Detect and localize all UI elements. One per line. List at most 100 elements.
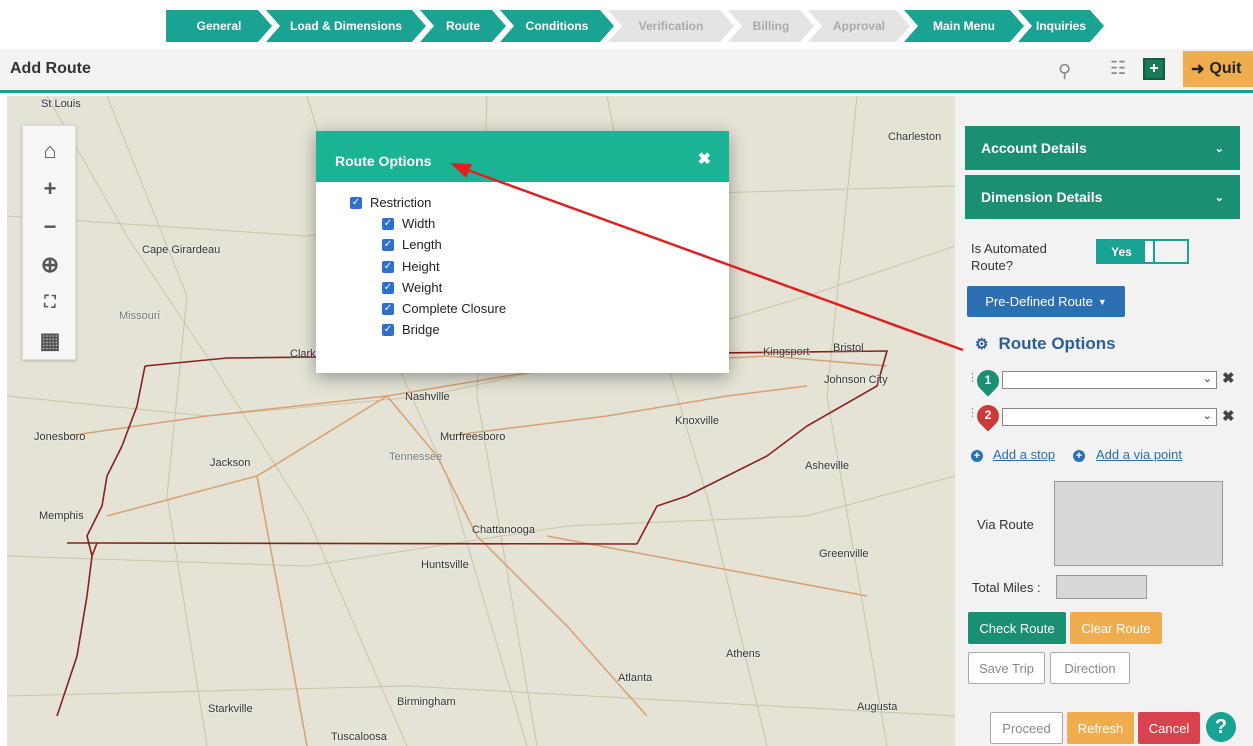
city-label: Augusta bbox=[857, 701, 898, 713]
city-label: Cape Girardeau bbox=[142, 244, 221, 256]
route-panel: Account Details ⌄ Dimension Details ⌄ Is A… bbox=[955, 96, 1253, 746]
city-label: Jonesboro bbox=[34, 431, 86, 443]
city-label: Knoxville bbox=[675, 415, 720, 427]
proceed-button[interactable]: Proceed bbox=[990, 712, 1063, 744]
via-route-label: Via Route bbox=[977, 517, 1034, 532]
step-conditions[interactable]: Conditions bbox=[500, 10, 614, 42]
checkbox-label: Width bbox=[402, 216, 436, 231]
checkbox-label: Restriction bbox=[370, 195, 432, 210]
predefined-route-button[interactable]: Pre-Defined Route ▼ bbox=[967, 286, 1125, 317]
fullscreen-icon[interactable]: ⛶ bbox=[23, 286, 77, 320]
accordion-label: Account Details bbox=[981, 140, 1087, 156]
city-label: Birmingham bbox=[397, 696, 456, 708]
toggle-knob bbox=[1147, 241, 1155, 262]
checkbox-label: Weight bbox=[402, 280, 443, 295]
step-navigation: General Load & Dimensions Route Conditio… bbox=[0, 0, 1253, 49]
city-label: Nashville bbox=[405, 391, 450, 403]
checkbox-label: Height bbox=[402, 259, 440, 274]
city-label: Atlanta bbox=[618, 672, 653, 684]
add-button[interactable]: + bbox=[1143, 58, 1165, 80]
select-arrow-icon: ⌄ bbox=[1202, 373, 1212, 385]
checkbox-checked-icon: ✓ bbox=[382, 323, 394, 336]
checkbox-complete-closure[interactable]: ✓ Complete Closure bbox=[382, 301, 506, 316]
city-label: Jackson bbox=[210, 457, 251, 469]
checkbox-checked-icon: ✓ bbox=[382, 217, 394, 230]
step-route[interactable]: Route bbox=[420, 10, 506, 42]
help-icon[interactable]: ? bbox=[1206, 712, 1236, 742]
route-options-modal: Route Options ✖ ✓ Restriction ✓ Width ✓ Len… bbox=[316, 131, 729, 373]
stop-2-select[interactable]: ⌄ bbox=[1002, 408, 1217, 426]
zoom-in-icon[interactable]: + bbox=[23, 172, 77, 206]
checkbox-restriction[interactable]: ✓ Restriction bbox=[350, 195, 431, 210]
modal-header: Route Options ✖ bbox=[316, 131, 729, 182]
plus-circle-icon: + bbox=[971, 450, 983, 462]
cancel-button[interactable]: Cancel bbox=[1138, 712, 1200, 744]
step-main-menu[interactable]: Main Menu bbox=[904, 10, 1024, 42]
checkbox-height[interactable]: ✓ Height bbox=[382, 259, 440, 274]
remove-stop-icon[interactable]: ✖ bbox=[1222, 369, 1235, 387]
city-label: Athens bbox=[726, 648, 761, 660]
gear-icon: ⚙ bbox=[975, 336, 989, 353]
quit-button[interactable]: ➜ Quit bbox=[1183, 51, 1253, 87]
dimension-details-accordion[interactable]: Dimension Details ⌄ bbox=[965, 175, 1240, 219]
city-label: Kingsport bbox=[763, 346, 810, 358]
chevron-down-icon: ⌄ bbox=[1214, 142, 1224, 155]
step-general[interactable]: General bbox=[166, 10, 272, 42]
step-load-dimensions[interactable]: Load & Dimensions bbox=[266, 10, 426, 42]
add-via-point-link[interactable]: Add a via point bbox=[1096, 447, 1182, 462]
step-label: Load & Dimensions bbox=[289, 19, 402, 33]
city-label: Memphis bbox=[39, 510, 84, 522]
step-verification: Verification bbox=[608, 10, 734, 42]
step-billing: Billing bbox=[728, 10, 814, 42]
caret-down-icon: ▼ bbox=[1097, 296, 1107, 307]
step-label: Inquiries bbox=[1035, 19, 1086, 33]
city-label: Greenville bbox=[819, 548, 869, 560]
city-label: Murfreesboro bbox=[440, 431, 506, 443]
predefined-label: Pre-Defined Route bbox=[985, 294, 1093, 309]
checkbox-checked-icon: ✓ bbox=[382, 260, 394, 273]
checkbox-bridge[interactable]: ✓ Bridge bbox=[382, 322, 440, 337]
save-trip-button[interactable]: Save Trip bbox=[968, 652, 1045, 684]
basemap-grid-icon[interactable]: ▦ bbox=[23, 324, 77, 358]
city-label: Johnson City bbox=[824, 374, 888, 386]
chevron-down-icon: ⌄ bbox=[1214, 191, 1224, 204]
route-options-link[interactable]: ⚙ Route Options bbox=[975, 334, 1116, 354]
step-label: Route bbox=[446, 19, 480, 33]
step-label: Billing bbox=[752, 19, 790, 33]
checkbox-checked-icon: ✓ bbox=[382, 302, 394, 315]
checklist-icon[interactable]: ☷ bbox=[1110, 58, 1126, 79]
checkbox-label: Length bbox=[402, 237, 442, 252]
step-label: Main Menu bbox=[933, 19, 995, 33]
zoom-out-icon[interactable]: − bbox=[23, 210, 77, 244]
stop-1-select[interactable]: ⌄ bbox=[1002, 371, 1217, 389]
page-header: Add Route ⚲ ☷ + ➜ Quit bbox=[0, 49, 1253, 93]
checkbox-label: Complete Closure bbox=[402, 301, 507, 316]
total-miles-input[interactable] bbox=[1056, 575, 1147, 599]
plus-circle-icon: + bbox=[1073, 450, 1085, 462]
checkbox-length[interactable]: ✓ Length bbox=[382, 237, 442, 252]
account-details-accordion[interactable]: Account Details ⌄ bbox=[965, 126, 1240, 170]
clear-route-button[interactable]: Clear Route bbox=[1070, 612, 1162, 644]
check-route-button[interactable]: Check Route bbox=[968, 612, 1066, 644]
select-arrow-icon: ⌄ bbox=[1202, 410, 1212, 422]
accordion-label: Dimension Details bbox=[981, 189, 1103, 205]
remove-stop-icon[interactable]: ✖ bbox=[1222, 407, 1235, 425]
close-icon[interactable]: ✖ bbox=[698, 149, 711, 169]
via-route-textarea[interactable] bbox=[1054, 481, 1223, 566]
exit-icon: ➜ bbox=[1191, 61, 1205, 78]
checkbox-weight[interactable]: ✓ Weight bbox=[382, 280, 442, 295]
step-label: Verification bbox=[638, 19, 704, 33]
add-stop-link[interactable]: Add a stop bbox=[993, 447, 1055, 462]
checkbox-width[interactable]: ✓ Width bbox=[382, 216, 435, 231]
direction-button[interactable]: Direction bbox=[1050, 652, 1130, 684]
home-icon[interactable]: ⌂ bbox=[23, 134, 77, 168]
automated-route-label: Is Automated Route? bbox=[971, 241, 1047, 273]
total-miles-label: Total Miles : bbox=[972, 580, 1041, 595]
zoom-region-icon[interactable]: ⊕ bbox=[23, 248, 77, 282]
step-approval: Approval bbox=[808, 10, 910, 42]
quit-label: Quit bbox=[1209, 60, 1242, 77]
step-inquiries[interactable]: Inquiries bbox=[1018, 10, 1104, 42]
refresh-button[interactable]: Refresh bbox=[1067, 712, 1134, 744]
automated-route-toggle[interactable]: Yes bbox=[1096, 239, 1189, 264]
search-icon[interactable]: ⚲ bbox=[1058, 61, 1071, 82]
